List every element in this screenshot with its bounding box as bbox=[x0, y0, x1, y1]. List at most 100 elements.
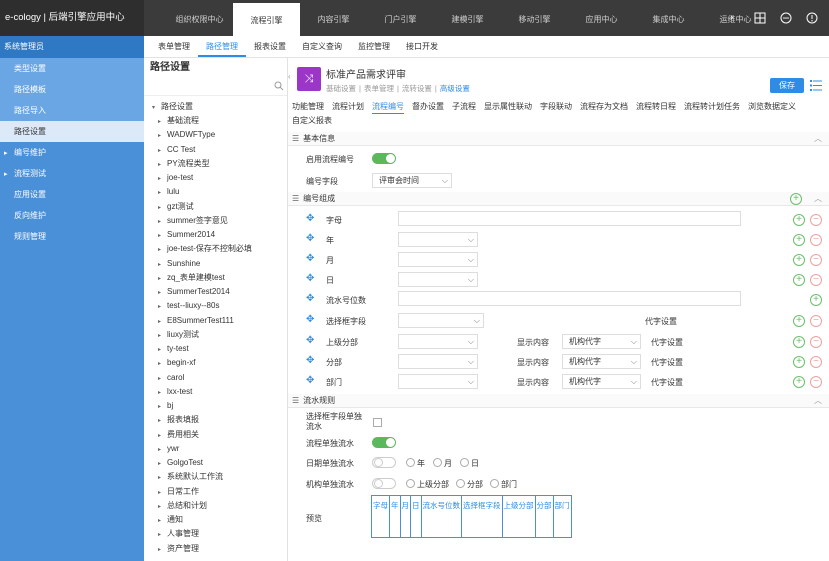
tree-node[interactable]: ▸ 总结和计划 bbox=[144, 499, 287, 513]
move-icon[interactable]: ✥ bbox=[306, 335, 314, 346]
add-icon[interactable]: + bbox=[810, 294, 822, 306]
feature-tab[interactable]: 浏览数据定义 bbox=[748, 100, 796, 113]
sidebar-item[interactable]: 类型设置 bbox=[0, 58, 144, 79]
sub-nav-item[interactable]: 接口开发 bbox=[398, 36, 446, 57]
feature-tab[interactable]: 流程转计划任务 bbox=[684, 100, 740, 113]
enable-numbering-toggle[interactable] bbox=[372, 153, 396, 164]
tree-node[interactable]: ▸ test--liuxy--80s bbox=[144, 299, 287, 313]
sidebar-item[interactable]: 路径设置 bbox=[0, 121, 144, 142]
tree-node[interactable]: ▸ ty-test bbox=[144, 342, 287, 356]
tree-node[interactable]: ▸ begin-xf bbox=[144, 356, 287, 370]
add-icon[interactable]: + bbox=[790, 193, 802, 205]
org-branch-radio[interactable] bbox=[456, 479, 465, 488]
tree-node[interactable]: ▸ PY流程类型 bbox=[144, 157, 287, 171]
feature-tab[interactable]: 督办设置 bbox=[412, 100, 444, 113]
collapse-panel-button[interactable]: ‹ bbox=[288, 72, 295, 86]
move-icon[interactable]: ✥ bbox=[306, 213, 314, 224]
top-nav-item[interactable]: 流程引擎 bbox=[233, 3, 300, 36]
tree-node[interactable]: ▸ 报表填报 bbox=[144, 413, 287, 427]
sidebar-item[interactable]: 应用设置 bbox=[0, 184, 144, 205]
add-icon[interactable]: + bbox=[793, 214, 805, 226]
code-setting-link[interactable]: 代字设置 bbox=[651, 377, 683, 388]
grid-icon[interactable] bbox=[754, 12, 766, 24]
more-icon[interactable] bbox=[806, 12, 818, 24]
code-setting-link[interactable]: 代字设置 bbox=[645, 316, 677, 327]
composition-select[interactable]: ⌵ bbox=[398, 313, 484, 328]
tree-node[interactable]: ▸ GolgoTest bbox=[144, 456, 287, 470]
sub-nav-item[interactable]: 监控管理 bbox=[350, 36, 398, 57]
tree-node[interactable]: ▸ 日常工作 bbox=[144, 485, 287, 499]
remove-icon[interactable]: − bbox=[810, 214, 822, 226]
remove-icon[interactable]: − bbox=[810, 376, 822, 388]
composition-select[interactable]: ⌵ bbox=[398, 334, 478, 349]
top-nav-item[interactable]: 建模引擎 bbox=[434, 0, 501, 36]
tree-node[interactable]: ▸ 通知 bbox=[144, 513, 287, 527]
composition-input[interactable] bbox=[398, 291, 741, 306]
tree-node[interactable]: ▸ lxx-test bbox=[144, 385, 287, 399]
show-content-select[interactable]: 机构代字 ⌵ bbox=[562, 334, 641, 349]
code-setting-link[interactable]: 代字设置 bbox=[651, 357, 683, 368]
search-icon[interactable] bbox=[274, 81, 284, 91]
show-content-select[interactable]: 机构代字 ⌵ bbox=[562, 374, 641, 389]
sidebar-item[interactable]: ▸ 编号维护 bbox=[0, 142, 144, 163]
tree-node[interactable]: ▸ carol bbox=[144, 371, 287, 385]
add-icon[interactable]: + bbox=[793, 376, 805, 388]
add-icon[interactable]: + bbox=[793, 274, 805, 286]
add-icon[interactable]: + bbox=[793, 254, 805, 266]
tree-node[interactable]: ▸ gzt测试 bbox=[144, 200, 287, 214]
composition-select[interactable]: ⌵ bbox=[398, 252, 478, 267]
section-basic-info[interactable]: ☰ 基本信息 ︿ bbox=[288, 132, 829, 146]
sidebar-item[interactable]: 路径导入 bbox=[0, 100, 144, 121]
remove-icon[interactable]: − bbox=[810, 315, 822, 327]
number-field-select[interactable]: 评审会时间 ⌵ bbox=[372, 173, 452, 188]
date-day-radio[interactable] bbox=[460, 458, 469, 467]
menu-icon[interactable] bbox=[810, 80, 822, 91]
add-icon[interactable]: + bbox=[793, 356, 805, 368]
tree-node[interactable]: ▸ CC Test bbox=[144, 143, 287, 157]
move-icon[interactable]: ✥ bbox=[306, 273, 314, 284]
move-icon[interactable]: ✥ bbox=[306, 253, 314, 264]
org-upper-branch-radio[interactable] bbox=[406, 479, 415, 488]
tree-node[interactable]: ▸ zq_表单建模test bbox=[144, 271, 287, 285]
sub-nav-item[interactable]: 路径管理 bbox=[198, 36, 246, 57]
composition-input[interactable] bbox=[398, 211, 741, 226]
tree-node[interactable]: ▸ joe-test bbox=[144, 171, 287, 185]
move-icon[interactable]: ✥ bbox=[306, 293, 314, 304]
remove-icon[interactable]: − bbox=[810, 254, 822, 266]
move-icon[interactable]: ✥ bbox=[306, 375, 314, 386]
add-icon[interactable]: + bbox=[793, 315, 805, 327]
feature-tab[interactable]: 流程转日程 bbox=[636, 100, 676, 113]
save-button[interactable]: 保存 bbox=[770, 78, 804, 93]
show-content-select[interactable]: 机构代字 ⌵ bbox=[562, 354, 641, 369]
workflow-serial-toggle[interactable] bbox=[372, 437, 396, 448]
chevron-up-icon[interactable]: ︿ bbox=[814, 192, 822, 206]
feature-tab[interactable]: 字段联动 bbox=[540, 100, 572, 113]
remove-icon[interactable]: − bbox=[810, 274, 822, 286]
feature-tab[interactable]: 显示属性联动 bbox=[484, 100, 532, 113]
section-composition[interactable]: ☰ 编号组成 + ︿ bbox=[288, 192, 829, 206]
tree-node[interactable]: ▸ ywr bbox=[144, 442, 287, 456]
sidebar-item[interactable]: 路径模板 bbox=[0, 79, 144, 100]
feature-tab[interactable]: 流程编号 bbox=[372, 100, 404, 114]
workflow-step[interactable]: 高级设置 bbox=[440, 84, 470, 93]
tree-root[interactable]: ▾ 路径设置 bbox=[144, 100, 287, 114]
workflow-step[interactable]: 基础设置 bbox=[326, 84, 356, 93]
select-field-serial-checkbox[interactable] bbox=[373, 418, 382, 427]
top-nav-more-button[interactable]: › bbox=[730, 12, 733, 23]
top-nav-item[interactable]: 应用中心 bbox=[568, 0, 635, 36]
sidebar-item[interactable]: 反向维护 bbox=[0, 205, 144, 226]
feature-tab[interactable]: 流程存为文档 bbox=[580, 100, 628, 113]
sub-nav-item[interactable]: 报表设置 bbox=[246, 36, 294, 57]
add-icon[interactable]: + bbox=[793, 234, 805, 246]
tree-node[interactable]: ▸ liuxy测试 bbox=[144, 328, 287, 342]
tree-node[interactable]: ▸ 系统默认工作流 bbox=[144, 470, 287, 484]
sidebar-item[interactable]: 规则管理 bbox=[0, 226, 144, 247]
chevron-up-icon[interactable]: ︿ bbox=[814, 132, 822, 146]
tree-search[interactable] bbox=[144, 78, 287, 96]
move-icon[interactable]: ✥ bbox=[306, 233, 314, 244]
feature-tab[interactable]: 功能管理 bbox=[292, 100, 324, 113]
tree-node[interactable]: ▸ 人事管理 bbox=[144, 527, 287, 541]
tree-node[interactable]: ▸ Sunshine bbox=[144, 257, 287, 271]
feature-tab[interactable]: 自定义报表 bbox=[292, 114, 332, 127]
composition-select[interactable]: ⌵ bbox=[398, 232, 478, 247]
